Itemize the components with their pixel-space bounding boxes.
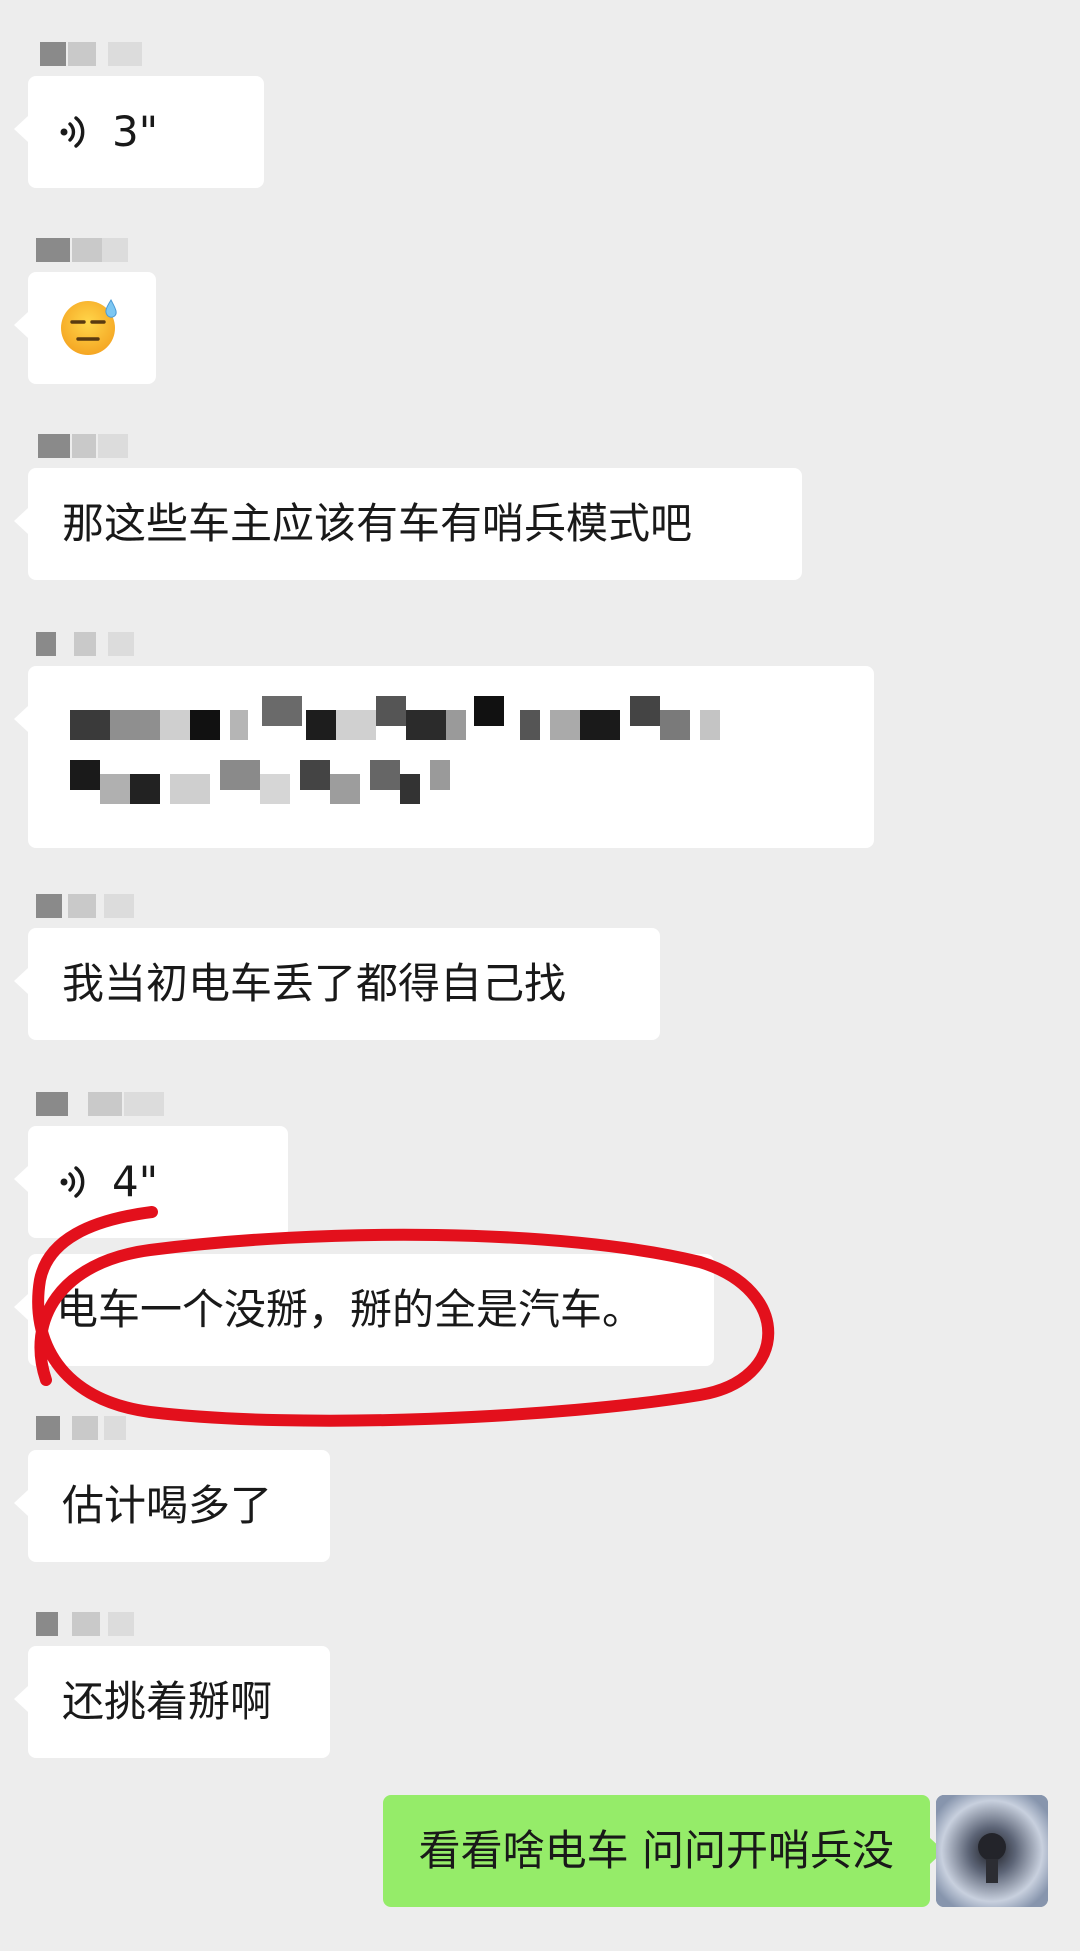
sweat-emoji-icon bbox=[61, 298, 117, 355]
message-emoji bbox=[14, 232, 156, 384]
sender-name-blurred bbox=[28, 1606, 330, 1636]
message-text: 我当初电车丢了都得自己找 bbox=[62, 959, 567, 1008]
pixelation-mosaic bbox=[70, 696, 850, 826]
message-text-3: 那这些车主应该有车有哨兵模式吧 bbox=[14, 428, 802, 580]
sender-name-blurred bbox=[28, 428, 802, 458]
message-text: 那这些车主应该有车有哨兵模式吧 bbox=[62, 499, 693, 548]
message-text-5: 我当初电车丢了都得自己找 bbox=[14, 888, 660, 1040]
text-message-bubble[interactable]: 估计喝多了 bbox=[14, 1450, 330, 1562]
voice-icon bbox=[60, 116, 85, 148]
message-text: 电车一个没掰，掰的全是汽车。 bbox=[56, 1285, 645, 1334]
transcription-bubble[interactable]: 电车一个没掰，掰的全是汽车。 bbox=[14, 1254, 714, 1366]
voice-icon bbox=[60, 1166, 85, 1198]
text-message-bubble[interactable]: 我当初电车丢了都得自己找 bbox=[14, 928, 660, 1040]
sender-name-blurred bbox=[28, 232, 156, 262]
message-text: 还挑着掰啊 bbox=[62, 1677, 273, 1726]
avatar-image bbox=[936, 1795, 1048, 1907]
voice-duration: 3" bbox=[112, 107, 159, 156]
sender-name-blurred bbox=[28, 626, 874, 656]
message-text-8: 估计喝多了 bbox=[14, 1410, 330, 1562]
voice-duration: 4" bbox=[112, 1157, 159, 1206]
sender-name-blurred bbox=[28, 36, 264, 66]
message-voice-6: 4" bbox=[14, 1086, 288, 1238]
voice-message-bubble[interactable]: 3" bbox=[14, 76, 264, 188]
message-text-9: 还挑着掰啊 bbox=[14, 1606, 330, 1758]
sender-name-blurred bbox=[28, 1410, 330, 1440]
voice-message-bubble[interactable]: 4" bbox=[14, 1126, 288, 1238]
text-message-bubble[interactable]: 那这些车主应该有车有哨兵模式吧 bbox=[14, 468, 802, 580]
emoji-bubble[interactable] bbox=[14, 272, 156, 384]
outgoing-message-bubble[interactable]: 看看啥电车 问问开哨兵没 bbox=[382, 1795, 945, 1907]
text-message-bubble[interactable]: 还挑着掰啊 bbox=[14, 1646, 330, 1758]
message-voice-1: 3" bbox=[14, 36, 264, 188]
avatar[interactable] bbox=[936, 1795, 1048, 1907]
sender-name-blurred bbox=[28, 888, 660, 918]
voice-transcription: 电车一个没掰，掰的全是汽车。 bbox=[14, 1254, 714, 1366]
outgoing-message-text: 看看啥电车 问问开哨兵没 bbox=[418, 1826, 894, 1875]
sender-name-blurred bbox=[28, 1086, 288, 1116]
pixelated-message-bubble[interactable] bbox=[14, 666, 874, 848]
message-pixelated bbox=[14, 626, 874, 848]
message-text: 估计喝多了 bbox=[62, 1481, 273, 1530]
